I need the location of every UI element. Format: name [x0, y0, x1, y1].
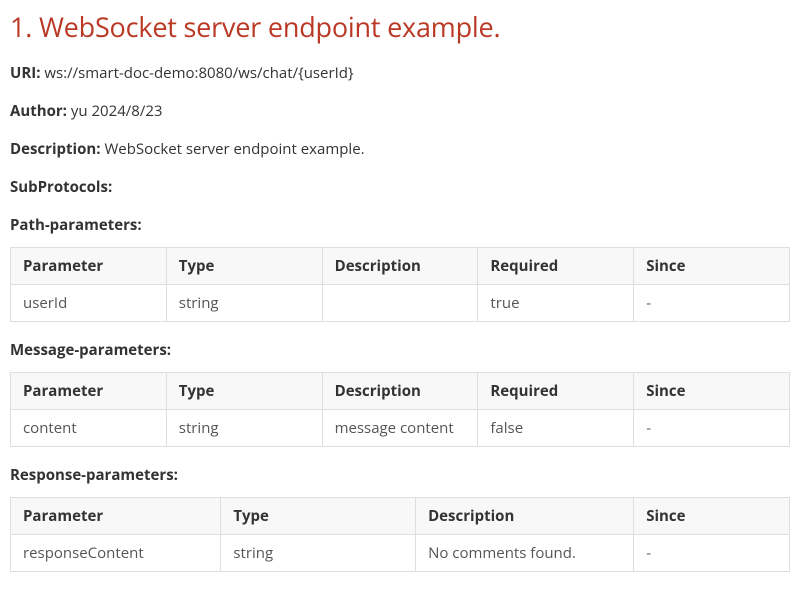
td-type: string: [221, 535, 416, 572]
th-since: Since: [634, 373, 790, 410]
author-row: Author: yu 2024/8/23: [10, 101, 790, 121]
td-required: false: [478, 410, 634, 447]
th-parameter: Parameter: [11, 248, 167, 285]
description-label: Description:: [10, 139, 101, 159]
table-row: userId string true -: [11, 285, 790, 322]
td-type: string: [166, 285, 322, 322]
td-parameter: content: [11, 410, 167, 447]
td-parameter: userId: [11, 285, 167, 322]
th-type: Type: [166, 373, 322, 410]
subprotocols-row: SubProtocols:: [10, 177, 790, 197]
th-type: Type: [221, 498, 416, 535]
path-params-label: Path-parameters:: [10, 215, 790, 235]
subprotocols-label: SubProtocols:: [10, 177, 112, 197]
td-type: string: [166, 410, 322, 447]
td-since: -: [634, 410, 790, 447]
uri-value: ws://smart-doc-demo:8080/ws/chat/{userId…: [44, 63, 353, 83]
description-value: WebSocket server endpoint example.: [104, 139, 364, 159]
td-description: [322, 285, 478, 322]
table-row: responseContent string No comments found…: [11, 535, 790, 572]
page-title: 1. WebSocket server endpoint example.: [10, 8, 790, 45]
response-params-table: Parameter Type Description Since respons…: [10, 497, 790, 572]
table-header-row: Parameter Type Description Required Sinc…: [11, 373, 790, 410]
td-since: -: [634, 285, 790, 322]
path-params-table: Parameter Type Description Required Sinc…: [10, 247, 790, 322]
description-row: Description: WebSocket server endpoint e…: [10, 139, 790, 159]
th-description: Description: [416, 498, 634, 535]
th-type: Type: [166, 248, 322, 285]
th-required: Required: [478, 373, 634, 410]
td-parameter: responseContent: [11, 535, 221, 572]
td-required: true: [478, 285, 634, 322]
th-since: Since: [634, 498, 790, 535]
message-params-label: Message-parameters:: [10, 340, 790, 360]
message-params-table: Parameter Type Description Required Sinc…: [10, 372, 790, 447]
th-parameter: Parameter: [11, 498, 221, 535]
th-description: Description: [322, 373, 478, 410]
th-required: Required: [478, 248, 634, 285]
td-description: message content: [322, 410, 478, 447]
td-description: No comments found.: [416, 535, 634, 572]
th-parameter: Parameter: [11, 373, 167, 410]
th-since: Since: [634, 248, 790, 285]
author-value: yu 2024/8/23: [71, 101, 163, 121]
th-description: Description: [322, 248, 478, 285]
uri-row: URI: ws://smart-doc-demo:8080/ws/chat/{u…: [10, 63, 790, 83]
table-header-row: Parameter Type Description Since: [11, 498, 790, 535]
table-header-row: Parameter Type Description Required Sinc…: [11, 248, 790, 285]
response-params-label: Response-parameters:: [10, 465, 790, 485]
table-row: content string message content false -: [11, 410, 790, 447]
uri-label: URI:: [10, 63, 40, 83]
td-since: -: [634, 535, 790, 572]
author-label: Author:: [10, 101, 67, 121]
